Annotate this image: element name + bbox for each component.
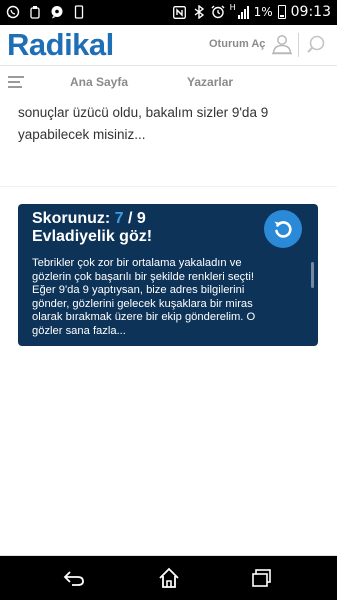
system-icons: H 1% 09:13 (173, 3, 331, 21)
status-bar: H 1% 09:13 (0, 0, 337, 25)
recents-icon (252, 569, 271, 587)
result-description: Tebrikler çok zor bir ortalama yakaladın… (32, 257, 315, 339)
notification-icon (28, 4, 42, 20)
article-line: yapabilecek misiniz... (18, 127, 146, 142)
user-icon[interactable] (271, 33, 293, 55)
phone-icon (72, 4, 86, 20)
signal-icon (237, 5, 249, 19)
home-icon (159, 567, 179, 588)
network-type: H (229, 3, 236, 12)
back-button[interactable] (52, 562, 96, 594)
search-icon[interactable] (305, 33, 327, 55)
result-line: Eğer 9'da 9 yaptıysan, bize adres bilgil… (32, 284, 245, 297)
site-logo[interactable]: Radikal (7, 25, 114, 65)
score-line: Skorunuz: 7 / 9 (32, 210, 146, 228)
clock: 09:13 (290, 4, 331, 20)
nav-writers[interactable]: Yazarlar (187, 75, 233, 89)
replay-button[interactable] (264, 210, 302, 248)
result-line: gözlerin çok başarılı bir şekilde renkle… (32, 270, 254, 283)
back-icon (63, 571, 84, 586)
result-line: gönder, gözlerini gelecek kuşaklara bir … (32, 297, 253, 310)
battery-icon (277, 5, 286, 19)
article-line: sonuçlar üzücü oldu, bakalım sizler 9'da… (18, 105, 269, 120)
result-line: Tebrikler çok zor bir ortalama yakaladın… (32, 257, 242, 269)
battery-percent: 1% (253, 5, 273, 19)
whatsapp-icon (6, 4, 20, 20)
section-divider (0, 186, 337, 187)
card-scrollbar[interactable] (311, 262, 314, 288)
result-title: Evladiyelik göz! (32, 228, 153, 245)
site-header: Radikal Oturum Aç (0, 25, 337, 65)
recents-button[interactable] (240, 562, 284, 594)
alarm-icon (211, 4, 225, 20)
quiz-result-card: Skorunuz: 7 / 9 Evladiyelik göz! Tebrikl… (18, 204, 318, 346)
article-text: için testi ayağınıza getirdik. Biz dened… (18, 83, 323, 146)
nav-home[interactable]: Ana Sayfa (70, 75, 128, 89)
home-button[interactable] (147, 562, 191, 594)
bluetooth-icon (192, 4, 206, 20)
nfc-icon (173, 4, 187, 20)
main-nav-overlay: Ana Sayfa Yazarlar (0, 65, 337, 99)
score-total: / 9 (128, 210, 146, 227)
score-label: Skorunuz: (32, 210, 111, 227)
replay-icon (274, 221, 292, 238)
result-line: gözler sana fazla... (32, 324, 126, 337)
header-divider (298, 33, 299, 57)
result-line: olarak bırakmak üzere bir ekip göndereli… (32, 311, 256, 324)
menu-icon[interactable] (8, 76, 24, 90)
chat-icon (50, 4, 64, 20)
login-link[interactable]: Oturum Aç (209, 38, 265, 50)
notification-icons (6, 4, 86, 20)
system-nav-bar (0, 556, 337, 600)
score-value: 7 (114, 210, 124, 227)
